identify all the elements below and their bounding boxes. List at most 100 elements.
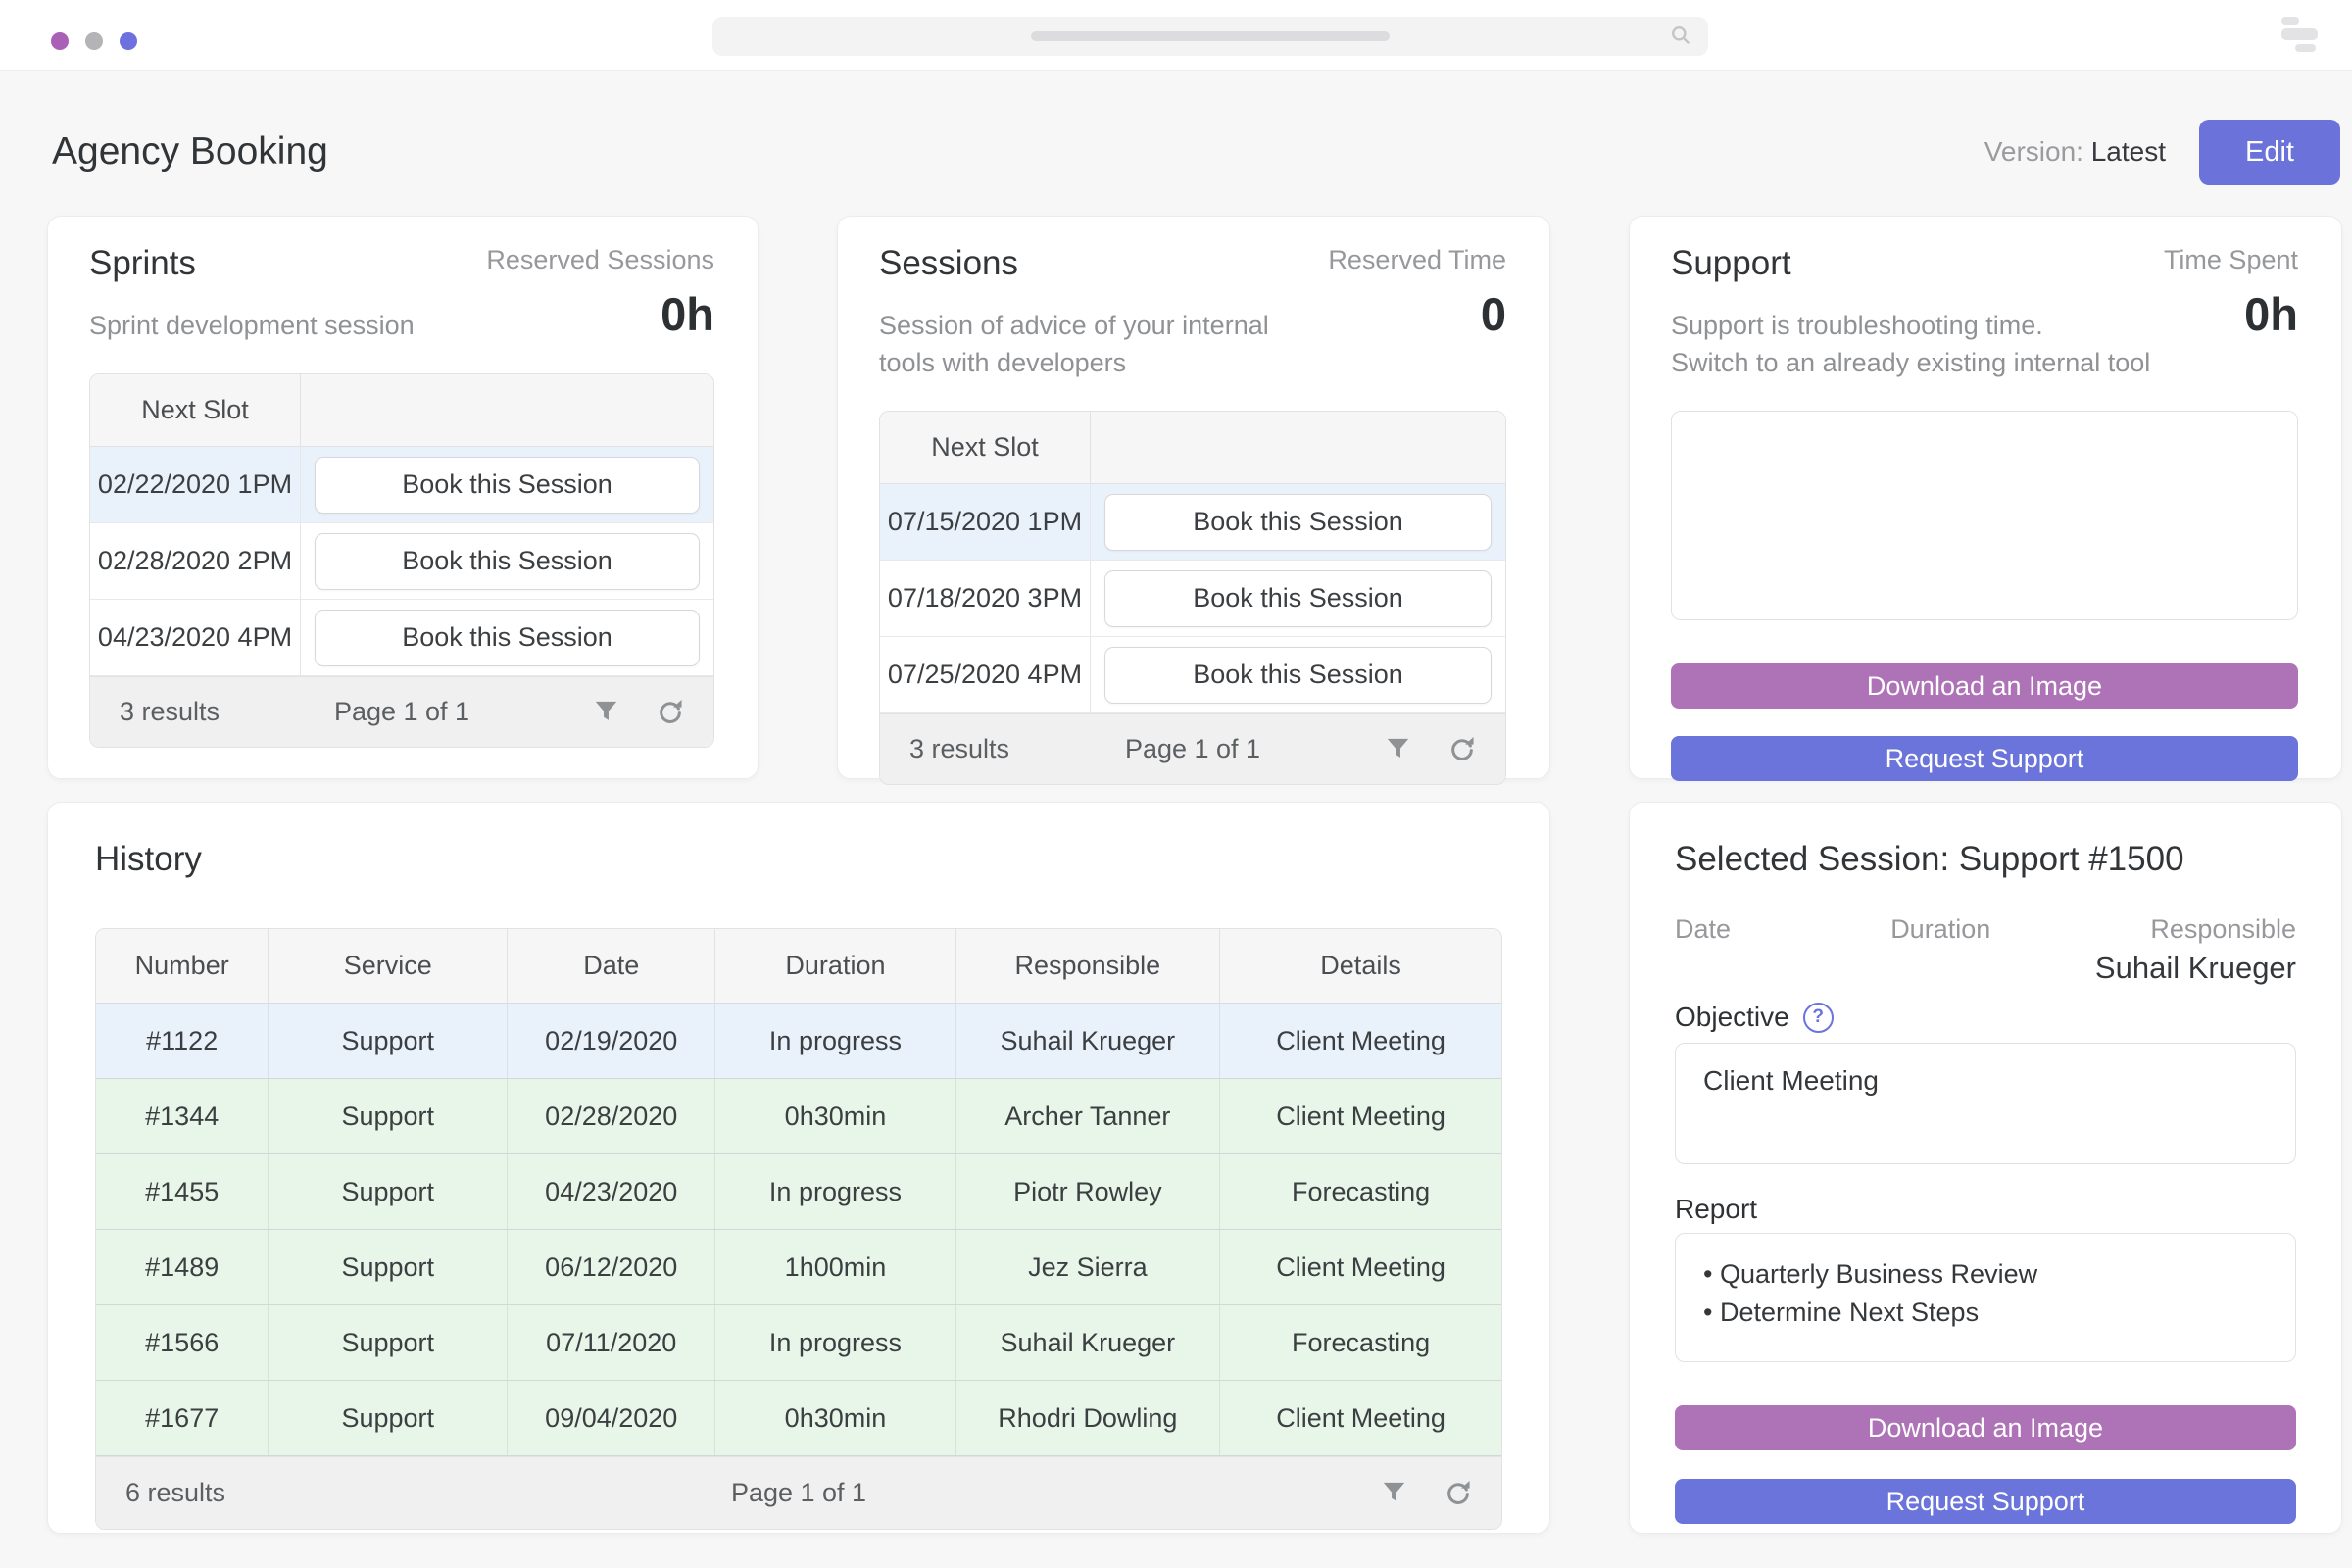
sessions-table-header: Next Slot (880, 412, 1505, 484)
refresh-icon[interactable] (657, 699, 684, 726)
search-input[interactable] (712, 17, 1708, 56)
cell-date: 07/11/2020 (508, 1305, 716, 1380)
cell-duration: 0h30min (715, 1079, 956, 1153)
book-session-button[interactable]: Book this Session (1104, 569, 1492, 627)
support-metric-label: Time Spent (2163, 245, 2298, 274)
history-table: Number Service Date Duration Responsible… (95, 928, 1502, 1530)
version-text: Version: Latest (1984, 136, 2166, 168)
table-row[interactable]: #1122 Support 02/19/2020 In progress Suh… (96, 1004, 1501, 1079)
slot-date: 02/22/2020 1PM (90, 447, 301, 522)
filter-icon[interactable] (593, 699, 619, 725)
download-image-button[interactable]: Download an Image (1671, 663, 2298, 709)
support-subtitle-line1: Support is troubleshooting time. (1671, 311, 2043, 340)
table-row[interactable]: 02/22/2020 1PM Book this Session (90, 447, 713, 523)
table-row[interactable]: #1344 Support 02/28/2020 0h30min Archer … (96, 1079, 1501, 1154)
slot-date: 02/28/2020 2PM (90, 523, 301, 599)
history-table-header: Number Service Date Duration Responsible… (96, 929, 1501, 1004)
sessions-card: Sessions Session of advice of your inter… (837, 216, 1550, 785)
page-indicator: Page 1 of 1 (1124, 734, 1261, 763)
cell-date: 04/23/2020 (508, 1154, 716, 1229)
objective-field[interactable]: Client Meeting (1675, 1043, 2296, 1164)
cell-details: Forecasting (1292, 1176, 1431, 1206)
column-header-responsible: Responsible (956, 929, 1221, 1003)
filter-icon[interactable] (1381, 1480, 1407, 1506)
sprints-title: Sprints (89, 244, 196, 282)
cell-service: Support (269, 1381, 509, 1455)
edit-button[interactable]: Edit (2199, 119, 2340, 185)
cell-service: Support (269, 1154, 509, 1229)
cell-service: Support (269, 1305, 509, 1380)
page-indicator: Page 1 of 1 (333, 697, 470, 726)
window-dot-close[interactable] (51, 32, 69, 50)
version-value: Latest (2090, 136, 2166, 167)
help-icon[interactable]: ? (1802, 1002, 1834, 1033)
sprints-subtitle: Sprint development session (89, 311, 415, 340)
cell-responsible: Suhail Krueger (956, 1305, 1221, 1380)
book-session-button[interactable]: Book this Session (1104, 493, 1492, 551)
filter-icon[interactable] (1385, 736, 1411, 762)
cell-service: Support (269, 1079, 509, 1153)
page-indicator: Page 1 of 1 (730, 1478, 867, 1507)
sprints-table: Next Slot 02/22/2020 1PM Book this Sessi… (89, 373, 714, 748)
sprints-card: Sprints Sprint development session Reser… (47, 216, 759, 779)
table-row[interactable]: #1489 Support 06/12/2020 1h00min Jez Sie… (96, 1230, 1501, 1305)
table-row[interactable]: 07/15/2020 1PM Book this Session (880, 484, 1505, 561)
table-row[interactable]: 02/28/2020 2PM Book this Session (90, 523, 713, 600)
support-empty-box (1671, 411, 2298, 620)
slot-date: 04/23/2020 4PM (90, 600, 301, 675)
cell-number: #1455 (96, 1154, 270, 1229)
column-header-date: Date (508, 929, 716, 1003)
table-row[interactable]: 07/25/2020 4PM Book this Session (880, 637, 1505, 713)
table-row[interactable]: #1566 Support 07/11/2020 In progress Suh… (96, 1305, 1501, 1381)
window-dot-minimize[interactable] (85, 32, 103, 50)
refresh-icon[interactable] (1448, 736, 1476, 763)
table-row[interactable]: 04/23/2020 4PM Book this Session (90, 600, 713, 676)
book-session-button[interactable]: Book this Session (315, 456, 700, 514)
window-dot-expand[interactable] (120, 32, 137, 50)
sessions-metric-label: Reserved Time (1328, 245, 1506, 274)
report-item: Determine Next Steps (1703, 1294, 2268, 1332)
browser-menu-icon[interactable] (2281, 17, 2321, 54)
date-label: Date (1675, 914, 1732, 944)
cell-service: Support (269, 1004, 509, 1078)
report-field[interactable]: Quarterly Business Review Determine Next… (1675, 1233, 2296, 1362)
book-session-button[interactable]: Book this Session (1104, 646, 1492, 704)
sprints-table-footer: 3 results Page 1 of 1 (90, 676, 713, 747)
cell-number: #1344 (96, 1079, 270, 1153)
sprints-metric-label: Reserved Sessions (486, 245, 714, 274)
support-subtitle-line2: Switch to an already existing internal t… (1671, 348, 2151, 377)
table-row[interactable]: #1677 Support 09/04/2020 0h30min Rhodri … (96, 1381, 1501, 1456)
book-session-button[interactable]: Book this Session (315, 609, 700, 666)
table-row[interactable]: #1455 Support 04/23/2020 In progress Pio… (96, 1154, 1501, 1230)
next-slot-column-header: Next Slot (880, 412, 1091, 483)
table-row[interactable]: 07/18/2020 3PM Book this Session (880, 561, 1505, 637)
slot-date: 07/25/2020 4PM (880, 637, 1091, 712)
history-card: History Number Service Date Duration Res… (47, 802, 1550, 1534)
search-icon (1669, 24, 1694, 54)
cell-duration: 1h00min (715, 1230, 956, 1304)
cell-date: 09/04/2020 (508, 1381, 716, 1455)
column-header-service: Service (269, 929, 509, 1003)
cell-number: #1489 (96, 1230, 270, 1304)
cell-date: 02/19/2020 (508, 1004, 716, 1078)
page-header: Agency Booking Version: Latest Edit (47, 119, 2340, 185)
cell-date: 06/12/2020 (508, 1230, 716, 1304)
responsible-label: Responsible (2150, 914, 2296, 944)
duration-label: Duration (1890, 914, 1991, 944)
column-header-duration: Duration (715, 929, 956, 1003)
history-table-footer: 6 results Page 1 of 1 (96, 1456, 1501, 1529)
request-support-button[interactable]: Request Support (1675, 1479, 2296, 1524)
slot-date: 07/15/2020 1PM (880, 484, 1091, 560)
book-session-button[interactable]: Book this Session (315, 532, 700, 590)
cell-details: Client Meeting (1276, 1025, 1446, 1055)
sessions-title: Sessions (879, 244, 1019, 282)
cell-details: Client Meeting (1276, 1402, 1446, 1433)
refresh-icon[interactable] (1445, 1480, 1472, 1507)
selected-session-card: Selected Session: Support #1500 Date Dur… (1629, 802, 2342, 1534)
cell-duration: In progress (715, 1154, 956, 1229)
download-image-button[interactable]: Download an Image (1675, 1405, 2296, 1450)
sprints-metric-value: 0h (661, 288, 714, 340)
responsible-value: Suhail Krueger (2094, 951, 2296, 985)
request-support-button[interactable]: Request Support (1671, 736, 2298, 781)
column-header-details: Details (1320, 951, 1401, 980)
